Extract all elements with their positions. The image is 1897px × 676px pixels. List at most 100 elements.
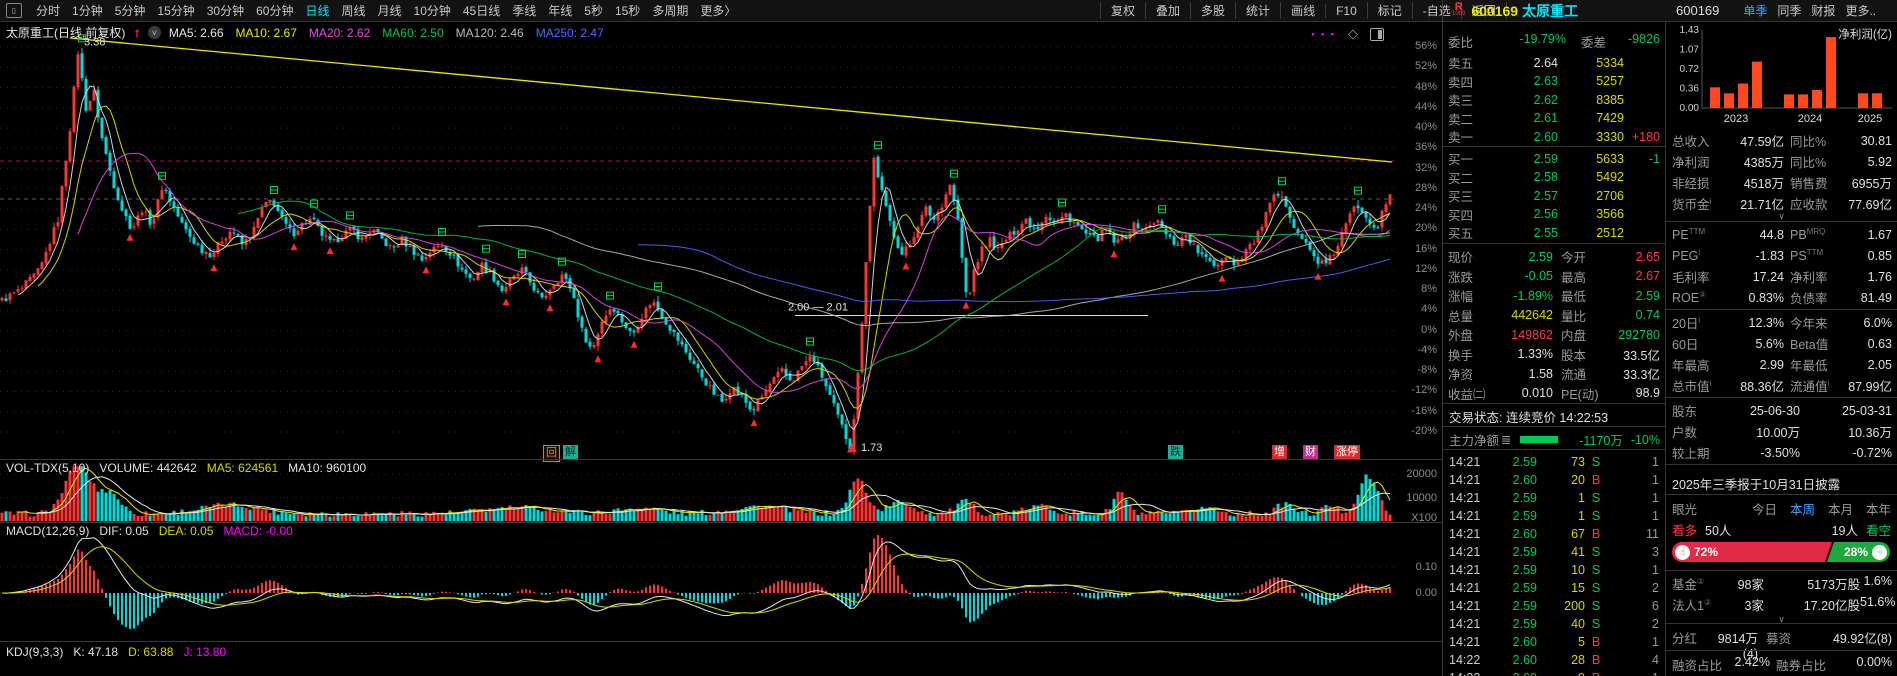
panel-split-icon[interactable] (1370, 27, 1384, 41)
tick-row[interactable]: 14:21 2.59 200 S 6 (1443, 597, 1665, 615)
tick-row[interactable]: 14:21 2.60 20 B 1 (1443, 471, 1665, 489)
tick-row[interactable]: 14:21 2.59 41 S 3 (1443, 543, 1665, 561)
finance-value: 6955万 (1851, 177, 1892, 191)
period-tab-更多〉[interactable]: 更多〉 (694, 2, 742, 19)
eye-option-本年[interactable]: 本年 (1866, 499, 1891, 518)
ask-row[interactable]: 卖二 2.61 7429 (1443, 109, 1665, 128)
ask-row[interactable]: 卖四 2.63 5257 (1443, 72, 1665, 91)
report-tab-财报[interactable]: 财报 (1811, 2, 1835, 19)
period-tab-30分钟[interactable]: 30分钟 (201, 2, 250, 19)
chart-badge-涨停[interactable]: 涨停 (1334, 445, 1360, 460)
tick-row[interactable]: 14:21 2.59 15 S 2 (1443, 579, 1665, 597)
finance-label: 毛利率 (1672, 271, 1710, 285)
tick-row[interactable]: 14:222.609B1 (1443, 669, 1665, 676)
ask-row[interactable]: 卖五 2.64 5334 (1443, 53, 1665, 72)
sentiment-down: 28% ☟ (1826, 542, 1890, 562)
report-tab-单季[interactable]: 单季 (1743, 2, 1767, 19)
eye-option-本月[interactable]: 本月 (1828, 499, 1853, 518)
eye-option-本周[interactable]: 本周 (1790, 499, 1815, 518)
stat-row: 换手 1.33% 股本 33.5亿 (1443, 345, 1665, 364)
collapse-icon[interactable]: ˅ (147, 26, 161, 39)
tick-row[interactable]: 14:21 2.59 40 S 2 (1443, 615, 1665, 633)
bid-row[interactable]: 买一 2.59 5633 -1 (1443, 149, 1665, 168)
tick-flag: B (1591, 473, 1601, 487)
y-axis-label: -16% (1411, 404, 1437, 417)
net-profit-bar-chart: 净利润(亿) 1.43 1.07 0.72 0.36 0.00 2023 2024 2025 (1680, 25, 1893, 125)
stat-value: 1.58 (1528, 366, 1553, 381)
bid-row[interactable]: 买二 2.58 5492 (1443, 168, 1665, 187)
tick-row[interactable]: 14:21 2.59 73 S 1 (1443, 453, 1665, 471)
period-tab-季线[interactable]: 季线 (506, 2, 542, 19)
ask-row[interactable]: 卖三 2.62 8385 (1443, 90, 1665, 109)
period-tab-15秒[interactable]: 15秒 (609, 2, 646, 19)
toolbar-action-多股[interactable]: 多股 (1190, 2, 1235, 19)
period-tab-5分钟[interactable]: 5分钟 (109, 2, 152, 19)
window-split-icon[interactable]: ▯ (6, 3, 22, 18)
finance-row: PEGi -1.83 PSTTM 0.85 (1666, 246, 1897, 265)
chart-badge-增[interactable]: 增 (1272, 445, 1287, 460)
toolbar-action-叠加[interactable]: 叠加 (1145, 2, 1190, 19)
stat-row: 现价 2.59 今开 2.65 (1443, 247, 1665, 266)
macd-chart[interactable] (0, 523, 1394, 641)
eye-options: 今日 本周 本月 本年 (1752, 499, 1891, 518)
toolbar-action-复权[interactable]: 复权 (1100, 2, 1145, 19)
weicha-label: 委差 (1580, 36, 1606, 50)
period-tab-1分钟[interactable]: 1分钟 (66, 2, 109, 19)
period-tab-10分钟[interactable]: 10分钟 (408, 2, 457, 19)
chart-badge-解[interactable]: 解 (563, 445, 578, 460)
period-tab-60分钟[interactable]: 60分钟 (250, 2, 299, 19)
tick-row[interactable]: 14:21 2.59 1 S 1 (1443, 507, 1665, 525)
chart-badge-财[interactable]: 财 (1303, 445, 1318, 460)
toolbar-action-F10[interactable]: F10 (1325, 3, 1367, 18)
kdj-indicator-name[interactable]: KDJ(9,3,3) (6, 645, 63, 659)
tick-row[interactable]: 14:22 2.60 28 B 4 (1443, 651, 1665, 669)
ob-price: 2.62 (1533, 92, 1558, 107)
chevron-down-icon[interactable]: ∨ (1666, 615, 1897, 624)
bid-row[interactable]: 买五 2.55 2512 (1443, 223, 1665, 242)
report-tab-更多..[interactable]: 更多.. (1845, 2, 1876, 19)
macd-dea: DEA: 0.05 (158, 524, 214, 538)
finance-value: 1.67 (1867, 227, 1892, 242)
tick-row[interactable]: 14:21 2.60 67 B 11 (1443, 525, 1665, 543)
period-tab-周线[interactable]: 周线 (335, 2, 371, 19)
finance-label: 60日 (1672, 338, 1699, 352)
finance-row: 年最高 2.99 年最低 2.05 (1666, 355, 1897, 374)
main-net-flow-row[interactable]: 主力净额 ≣ -1170万 -10% (1449, 430, 1660, 449)
toolbar-action-标记[interactable]: 标记 (1366, 2, 1412, 19)
period-tab-月线[interactable]: 月线 (372, 2, 408, 19)
tick-row[interactable]: 14:21 2.60 5 B 1 (1443, 633, 1665, 651)
bid-row[interactable]: 买四 2.56 3566 (1443, 205, 1665, 224)
magenta-dots-icon[interactable]: ▪ ▪ ▪ (1311, 29, 1336, 39)
macd-indicator-name[interactable]: MACD(12,26,9) (6, 524, 89, 538)
period-tab-年线[interactable]: 年线 (542, 2, 578, 19)
finance-label: PBMRQ (1790, 226, 1826, 243)
sup-note: MRQ (1806, 226, 1826, 236)
eye-option-今日[interactable]: 今日 (1752, 499, 1777, 518)
tick-row[interactable]: 14:21 2.59 10 S 1 (1443, 561, 1665, 579)
macd-axis-high: 0.10 (1415, 560, 1437, 573)
report-tab-同季[interactable]: 同季 (1777, 2, 1801, 19)
ob-label: 卖一 (1448, 131, 1474, 146)
period-tab-45日线[interactable]: 45日线 (457, 2, 506, 19)
chevron-down-icon[interactable]: ∨ (1666, 212, 1897, 221)
main-chart-region[interactable]: 2.00 — 2.01 3.38 1.73 太原重工(日线,前复权) ↑ ˅ MA5… (0, 22, 1394, 467)
chart-badge-跌[interactable]: 跌 (1168, 445, 1183, 460)
toolbar-action-画线[interactable]: 画线 (1280, 2, 1325, 19)
period-tab-5秒[interactable]: 5秒 (578, 2, 609, 19)
period-tab-分时[interactable]: 分时 (30, 2, 66, 19)
diamond-icon[interactable]: ◇ (1348, 26, 1358, 42)
candlestick-chart[interactable]: 2.00 — 2.013.381.73 (0, 22, 1394, 467)
ob-price: 2.58 (1533, 170, 1558, 185)
vol-indicator-name[interactable]: VOL-TDX(5,10) (6, 461, 89, 475)
period-tab-日线[interactable]: 日线 (299, 2, 335, 19)
ask-row[interactable]: 卖一 2.60 3330 +180 (1443, 127, 1665, 146)
weibi-label: 委比 (1448, 36, 1474, 50)
finance-label: 应收款 (1790, 198, 1828, 212)
tick-row[interactable]: 14:21 2.59 1 S 1 (1443, 489, 1665, 507)
period-tab-多周期[interactable]: 多周期 (646, 2, 694, 19)
bull-label: 看多 (1672, 524, 1698, 538)
bid-row[interactable]: 买三 2.57 2706 (1443, 186, 1665, 205)
finance-label: 流通值i (1790, 378, 1830, 394)
period-tab-15分钟[interactable]: 15分钟 (151, 2, 200, 19)
toolbar-action-统计[interactable]: 统计 (1235, 2, 1280, 19)
